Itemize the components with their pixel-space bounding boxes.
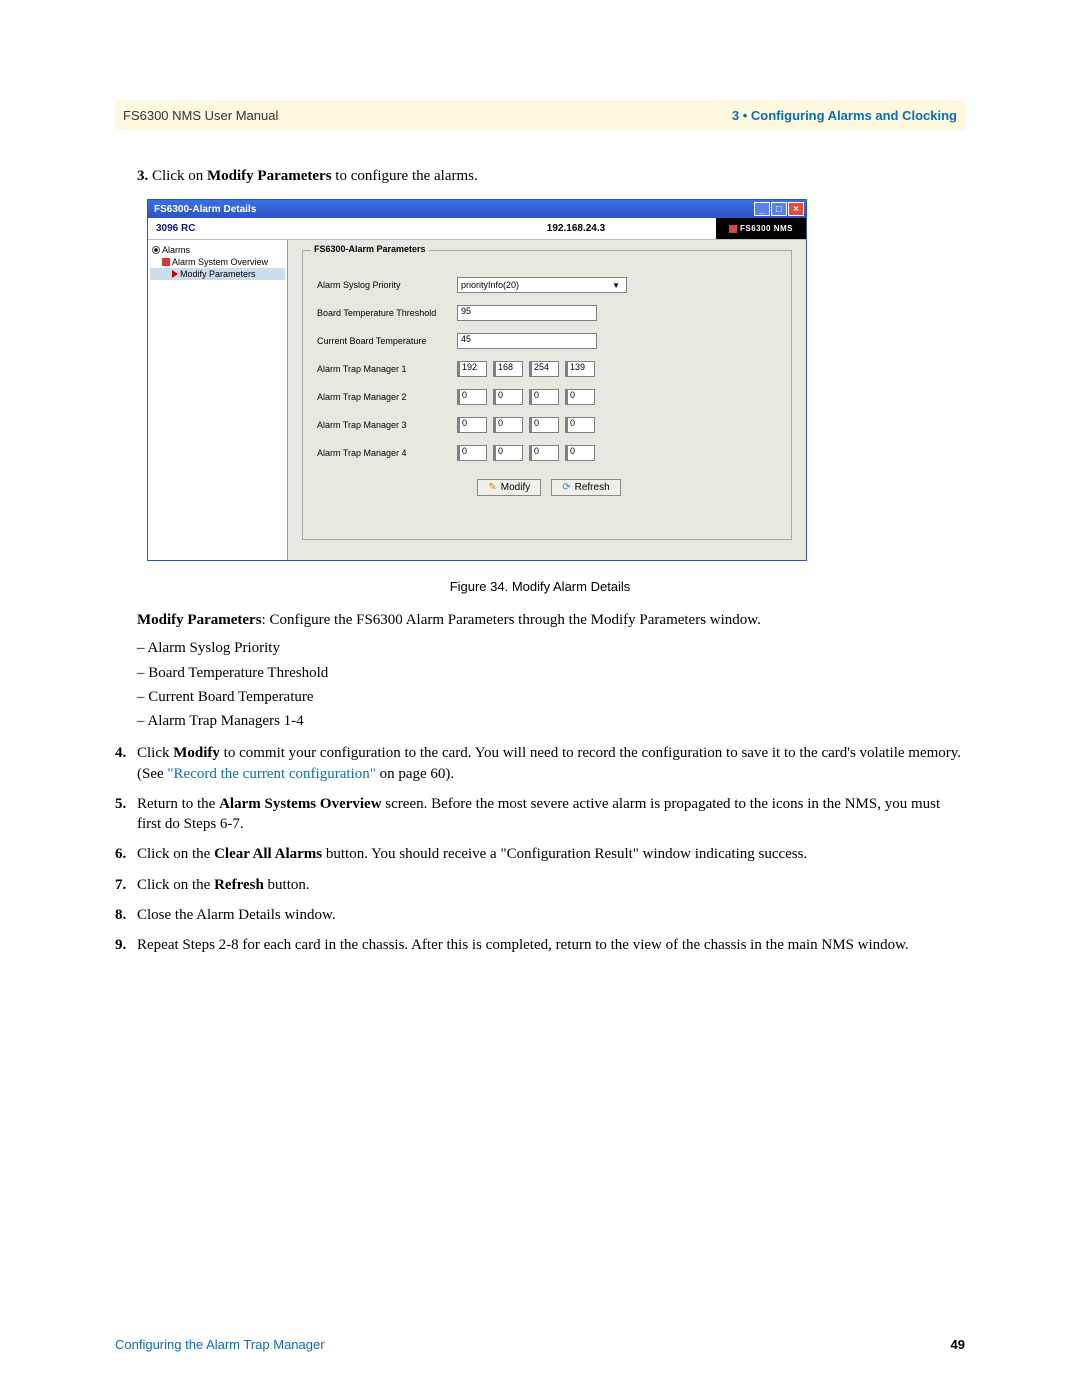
list-item: Current Board Temperature: [137, 687, 965, 707]
header-manual-title: FS6300 NMS User Manual: [123, 108, 278, 123]
nav-modify-parameters[interactable]: Modify Parameters: [150, 268, 285, 280]
ip-octet[interactable]: 0: [457, 445, 487, 461]
step-7: 7. Click on the Refresh button.: [115, 875, 965, 895]
ip-octet[interactable]: 168: [493, 361, 523, 377]
ip-octet[interactable]: 0: [565, 417, 595, 433]
ip-octet[interactable]: 0: [493, 417, 523, 433]
minimize-button[interactable]: _: [754, 202, 770, 216]
fieldset-legend: FS6300-Alarm Parameters: [311, 244, 429, 254]
step-9: 9. Repeat Steps 2-8 for each card in the…: [115, 935, 965, 955]
maximize-button[interactable]: □: [771, 202, 787, 216]
cross-reference-link[interactable]: "Record the current configuration": [167, 766, 375, 782]
brand-icon: [729, 225, 737, 233]
window-info-bar: 3096 RC 192.168.24.3 FS6300 NMS: [148, 218, 806, 240]
ip-octet[interactable]: 0: [457, 417, 487, 433]
current-temp-label: Current Board Temperature: [317, 336, 457, 346]
syslog-priority-select[interactable]: priorityInfo(20) ▼: [457, 277, 627, 293]
trap-mgr-1-ip[interactable]: 192 168 254 139: [457, 361, 595, 377]
page-number: 49: [951, 1337, 965, 1352]
ip-octet[interactable]: 0: [529, 389, 559, 405]
stop-icon: [162, 258, 170, 266]
ip-octet[interactable]: 0: [493, 445, 523, 461]
chevron-down-icon: ▼: [612, 281, 623, 290]
temp-threshold-label: Board Temperature Threshold: [317, 308, 457, 318]
modify-button[interactable]: ✎ Modify: [477, 479, 541, 496]
step-3: 3. Click on Modify Parameters to configu…: [137, 168, 965, 185]
alarm-parameters-form: FS6300-Alarm Parameters Alarm Syslog Pri…: [288, 240, 806, 560]
device-name: 3096 RC: [148, 218, 436, 239]
trap-mgr-2-label: Alarm Trap Manager 2: [317, 392, 457, 402]
window-title: FS6300-Alarm Details: [154, 204, 256, 215]
ip-octet[interactable]: 0: [457, 389, 487, 405]
refresh-icon: ⟳: [562, 482, 570, 493]
trap-mgr-3-ip[interactable]: 0 0 0 0: [457, 417, 595, 433]
brand-badge: FS6300 NMS: [716, 218, 806, 239]
arrow-icon: [172, 270, 178, 278]
nav-root-alarms[interactable]: Alarms: [150, 244, 285, 256]
list-item: Alarm Trap Managers 1-4: [137, 711, 965, 731]
alarm-details-window: FS6300-Alarm Details _ □ × 3096 RC 192.1…: [147, 199, 807, 561]
step-6: 6. Click on the Clear All Alarms button.…: [115, 844, 965, 864]
ip-octet[interactable]: 0: [565, 389, 595, 405]
pencil-icon: ✎: [488, 482, 496, 493]
device-ip: 192.168.24.3: [436, 218, 716, 239]
trap-mgr-3-label: Alarm Trap Manager 3: [317, 420, 457, 430]
step-number: 3.: [137, 168, 148, 184]
footer-section: Configuring the Alarm Trap Manager: [115, 1337, 325, 1352]
figure-caption: Figure 34. Modify Alarm Details: [115, 579, 965, 594]
nav-alarm-system-overview[interactable]: Alarm System Overview: [150, 256, 285, 268]
step-5: 5. Return to the Alarm Systems Overview …: [115, 794, 965, 835]
close-button[interactable]: ×: [788, 202, 804, 216]
refresh-button[interactable]: ⟳ Refresh: [551, 479, 620, 496]
list-item: Alarm Syslog Priority: [137, 638, 965, 658]
current-temp-input[interactable]: 45: [457, 333, 597, 349]
modify-parameters-description: Modify Parameters: Configure the FS6300 …: [115, 610, 965, 731]
nav-tree[interactable]: Alarms Alarm System Overview Modify Para…: [148, 240, 288, 560]
ip-octet[interactable]: 0: [529, 417, 559, 433]
page-header-band: FS6300 NMS User Manual 3 • Configuring A…: [115, 100, 965, 130]
window-titlebar[interactable]: FS6300-Alarm Details _ □ ×: [148, 200, 806, 218]
list-item: Board Temperature Threshold: [137, 663, 965, 683]
trap-mgr-1-label: Alarm Trap Manager 1: [317, 364, 457, 374]
trap-mgr-2-ip[interactable]: 0 0 0 0: [457, 389, 595, 405]
step-8: 8. Close the Alarm Details window.: [115, 905, 965, 925]
ip-octet[interactable]: 254: [529, 361, 559, 377]
syslog-priority-label: Alarm Syslog Priority: [317, 280, 457, 290]
trap-mgr-4-label: Alarm Trap Manager 4: [317, 448, 457, 458]
ip-octet[interactable]: 0: [565, 445, 595, 461]
header-section-title: 3 • Configuring Alarms and Clocking: [732, 108, 957, 123]
radio-icon: [152, 246, 160, 254]
ip-octet[interactable]: 0: [529, 445, 559, 461]
ip-octet[interactable]: 192: [457, 361, 487, 377]
temp-threshold-input[interactable]: 95: [457, 305, 597, 321]
step-4: 4. Click Modify to commit your configura…: [115, 743, 965, 784]
ip-octet[interactable]: 0: [493, 389, 523, 405]
trap-mgr-4-ip[interactable]: 0 0 0 0: [457, 445, 595, 461]
ip-octet[interactable]: 139: [565, 361, 595, 377]
page-footer: Configuring the Alarm Trap Manager 49: [115, 1337, 965, 1352]
